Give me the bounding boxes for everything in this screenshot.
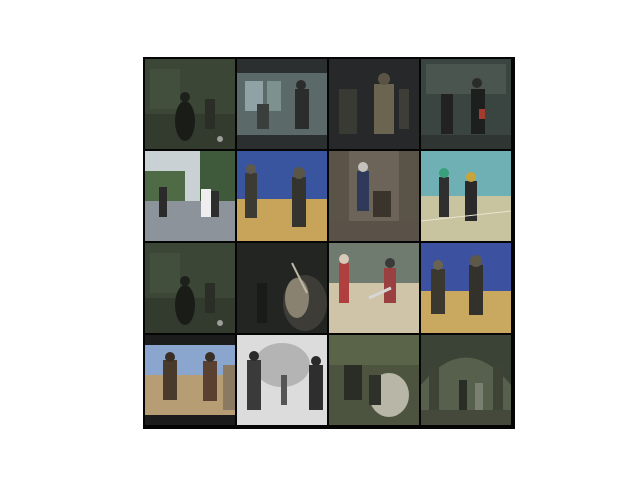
scene-thumbnail bbox=[329, 243, 419, 333]
grid-tile-3 bbox=[329, 59, 419, 149]
grid-tile-6 bbox=[237, 151, 327, 241]
scene-thumbnail bbox=[237, 243, 327, 333]
grid-tile-16 bbox=[421, 335, 511, 425]
grid-tile-15 bbox=[329, 335, 419, 425]
scene-thumbnail bbox=[421, 151, 511, 241]
scene-thumbnail bbox=[145, 151, 235, 241]
image-grid bbox=[143, 57, 515, 429]
scene-thumbnail bbox=[421, 243, 511, 333]
grid-tile-4 bbox=[421, 59, 511, 149]
scene-thumbnail bbox=[329, 151, 419, 241]
grid-tile-14 bbox=[237, 335, 327, 425]
scene-thumbnail bbox=[421, 335, 511, 425]
scene-thumbnail bbox=[237, 335, 327, 425]
scene-thumbnail bbox=[329, 335, 419, 425]
scene-thumbnail bbox=[145, 335, 235, 425]
grid-tile-12 bbox=[421, 243, 511, 333]
grid-tile-9 bbox=[145, 243, 235, 333]
grid-tile-11 bbox=[329, 243, 419, 333]
grid-tile-7 bbox=[329, 151, 419, 241]
scene-thumbnail bbox=[237, 59, 327, 149]
grid-tile-1 bbox=[145, 59, 235, 149]
grid-tile-13 bbox=[145, 335, 235, 425]
scene-thumbnail bbox=[145, 59, 235, 149]
grid-tile-5 bbox=[145, 151, 235, 241]
scene-thumbnail bbox=[237, 151, 327, 241]
scene-thumbnail bbox=[329, 59, 419, 149]
grid-tile-10 bbox=[237, 243, 327, 333]
scene-thumbnail bbox=[421, 59, 511, 149]
grid-tile-8 bbox=[421, 151, 511, 241]
grid-tile-2 bbox=[237, 59, 327, 149]
scene-thumbnail bbox=[145, 243, 235, 333]
